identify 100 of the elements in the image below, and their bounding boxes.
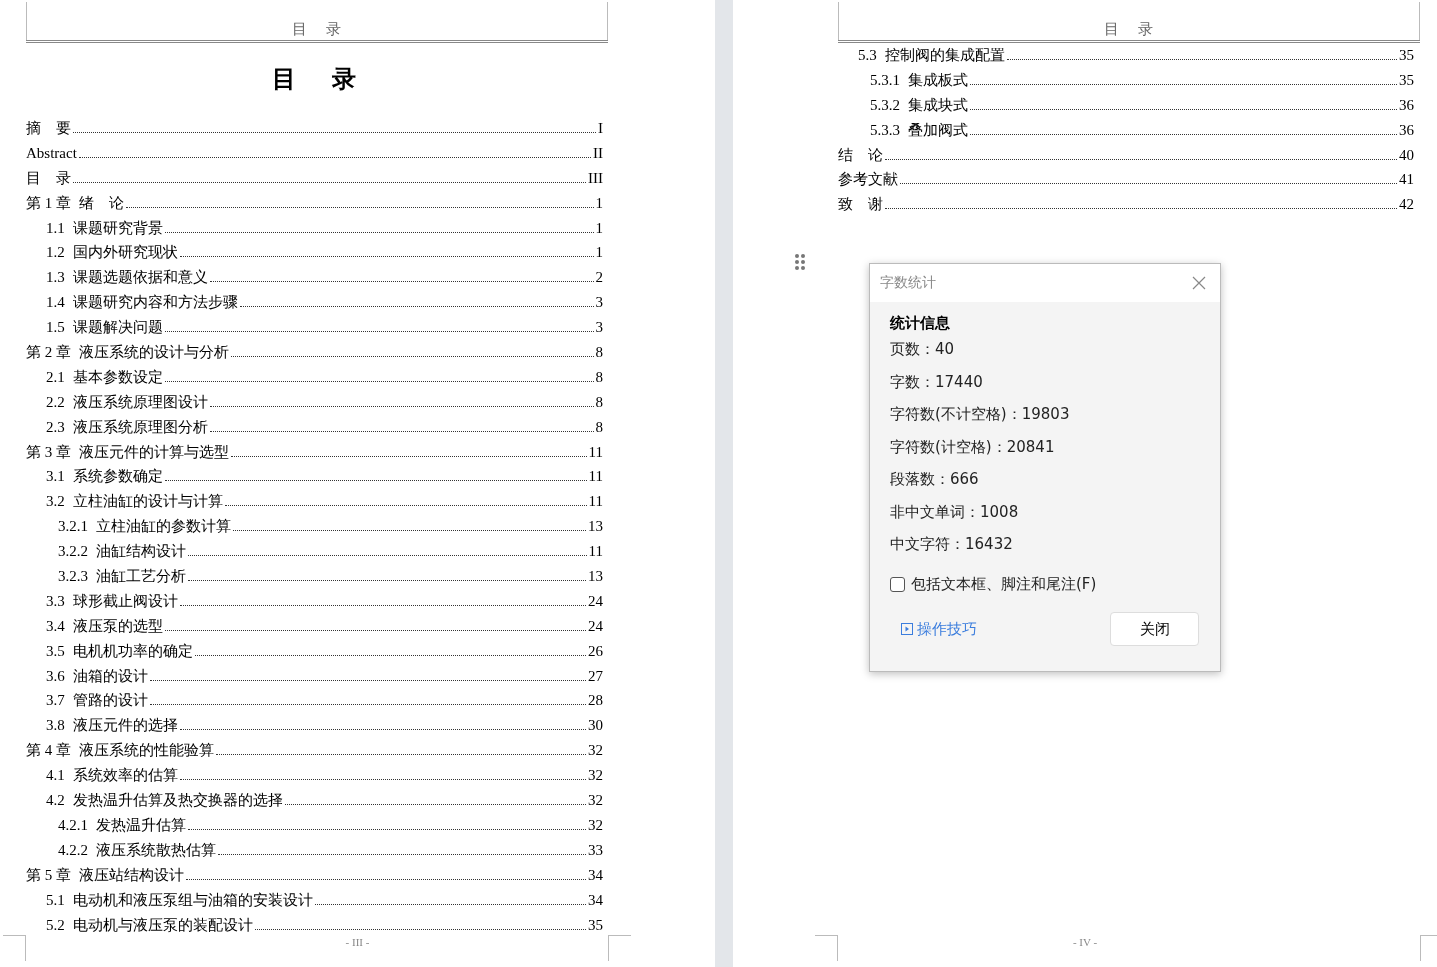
entry-title[interactable]: 液压系统的设计与分析	[79, 340, 229, 365]
entry-number: 4.1	[46, 766, 65, 786]
entry-title[interactable]: 液压元件的计算与选型	[79, 439, 229, 465]
page-number: 30	[588, 716, 603, 736]
entry-number: 5.3.1	[870, 70, 900, 90]
page-number: 34	[588, 865, 603, 885]
entry-title[interactable]: 课题研究内容和方法步骤	[72, 290, 238, 316]
entry-title[interactable]: 课题解决问题	[72, 315, 163, 341]
entry-title[interactable]: 绪 论	[79, 190, 124, 216]
entry-number: 4.2	[46, 791, 65, 811]
page-footer: - IV -	[1072, 936, 1098, 948]
entry-number: 3.4	[46, 616, 65, 636]
drag-handle-icon[interactable]	[794, 253, 806, 271]
crop-mark-icon	[608, 935, 631, 961]
page-number: 24	[588, 591, 603, 611]
entry-title[interactable]: 国内外研究现状	[72, 240, 178, 266]
page-number: 35	[1399, 70, 1414, 90]
entry-title[interactable]: 目 录	[26, 165, 71, 191]
entry-title[interactable]: 课题研究背景	[72, 215, 163, 241]
entry-title[interactable]: 系统效率的估算	[72, 763, 178, 789]
entry-title[interactable]: 摘 要	[26, 116, 71, 141]
entry-title[interactable]: 管路的设计	[72, 688, 148, 714]
checkbox-label[interactable]: 包括文本框、脚注和尾注(F)	[911, 575, 1097, 594]
entry-title[interactable]: 集成块式	[908, 92, 968, 118]
entry-title[interactable]: 基本参数设定	[72, 364, 163, 390]
entry-title[interactable]: 电动机与液压泵的装配设计	[72, 912, 253, 938]
page-number: 26	[588, 641, 603, 661]
entry-title[interactable]: 发热温升估算及热交换器的选择	[72, 788, 283, 813]
entry-title[interactable]: 发热温升估算	[96, 812, 186, 838]
entry-title[interactable]: 液压系统原理图分析	[72, 414, 208, 440]
page-number: 1	[595, 193, 603, 213]
entry-title[interactable]: 控制阀的集成配置	[884, 43, 1005, 68]
entry-title[interactable]: 液压系统散热估算	[96, 837, 216, 863]
page-number: 33	[588, 840, 603, 860]
entry-title[interactable]: 致 谢	[838, 192, 883, 218]
entry-number: 3.3	[46, 591, 65, 611]
close-icon[interactable]	[1192, 276, 1206, 290]
stat-line: 段落数：666	[890, 469, 980, 490]
entry-title[interactable]: 油箱的设计	[72, 663, 148, 689]
stat-line: 页数：40	[890, 339, 956, 360]
toc-title: 目 录	[271, 64, 363, 95]
entry-title[interactable]: 液压站结构设计	[79, 862, 184, 888]
entry-number: 第 2 章	[26, 343, 71, 362]
entry-number: 3.2.1	[58, 517, 88, 537]
entry-number: 1.3	[46, 268, 65, 288]
entry-title[interactable]: 油缸结构设计	[96, 539, 186, 565]
close-button[interactable]: 关闭	[1110, 612, 1199, 646]
entry-title[interactable]: 液压泵的选型	[72, 613, 163, 639]
entry-number: 3.2	[46, 492, 65, 512]
page-number: 13	[588, 567, 603, 587]
entry-title[interactable]: 叠加阀式	[908, 117, 968, 143]
entry-number: 5.3.2	[870, 95, 900, 115]
entry-title[interactable]: 课题选题依据和意义	[72, 265, 208, 291]
entry-title[interactable]: 结 论	[838, 142, 883, 168]
stat-line: 中文字符：16432	[890, 534, 1014, 555]
entry-title[interactable]: Abstract	[26, 140, 77, 166]
entry-number: 第 3 章	[26, 442, 71, 462]
crop-mark-icon	[1420, 935, 1437, 961]
page-number: 34	[588, 890, 603, 910]
page-header: 目 录	[291, 20, 343, 40]
entry-title[interactable]: 油缸工艺分析	[96, 564, 186, 589]
page-number: 8	[595, 367, 603, 387]
tips-link[interactable]: 操作技巧	[917, 619, 977, 639]
page-header: 目 录	[1103, 20, 1155, 40]
entry-title[interactable]: 液压系统原理图设计	[72, 389, 208, 415]
page-number: 27	[588, 666, 603, 686]
entry-number: 1.2	[46, 243, 65, 263]
page-number: 11	[588, 542, 603, 562]
crop-mark-icon	[3, 935, 26, 961]
checkbox[interactable]	[890, 577, 905, 592]
entry-number: 4.2.1	[58, 815, 88, 835]
page-number: 8	[595, 343, 603, 362]
page-number: 1	[595, 218, 603, 238]
entry-number: 1.1	[46, 218, 65, 238]
entry-number: 2.3	[46, 417, 65, 437]
entry-number: 3.6	[46, 666, 65, 686]
entry-number: 3.8	[46, 716, 65, 736]
entry-title[interactable]: 系统参数确定	[72, 464, 163, 490]
page-number: 35	[1399, 46, 1414, 65]
entry-title[interactable]: 液压元件的选择	[72, 713, 178, 739]
entry-title[interactable]: 球形截止阀设计	[72, 588, 178, 614]
page-number: 8	[595, 417, 603, 437]
page-number: 8	[595, 392, 603, 412]
entry-number: 1.5	[46, 318, 65, 338]
page-number: 36	[1399, 95, 1414, 115]
entry-title[interactable]: 集成板式	[908, 67, 968, 93]
entry-number: 5.3.3	[870, 120, 900, 140]
play-icon[interactable]	[901, 623, 913, 635]
entry-title[interactable]: 参考文献	[838, 167, 898, 193]
page-number: 2	[595, 268, 603, 288]
entry-title[interactable]: 液压系统的性能验算	[79, 738, 214, 764]
page-number: 3	[595, 318, 603, 338]
entry-title[interactable]: 立柱油缸的参数计算	[96, 514, 231, 540]
entry-title[interactable]: 电机机功率的确定	[72, 638, 193, 664]
entry-title[interactable]: 立柱油缸的设计与计算	[72, 489, 223, 515]
entry-number: 1.4	[46, 293, 65, 313]
page-number: 32	[588, 791, 603, 811]
entry-title[interactable]: 电动机和液压泵组与油箱的安装设计	[72, 887, 313, 913]
stat-line: 非中文单词：1008	[890, 501, 1020, 523]
entry-number: 2.2	[46, 392, 65, 412]
